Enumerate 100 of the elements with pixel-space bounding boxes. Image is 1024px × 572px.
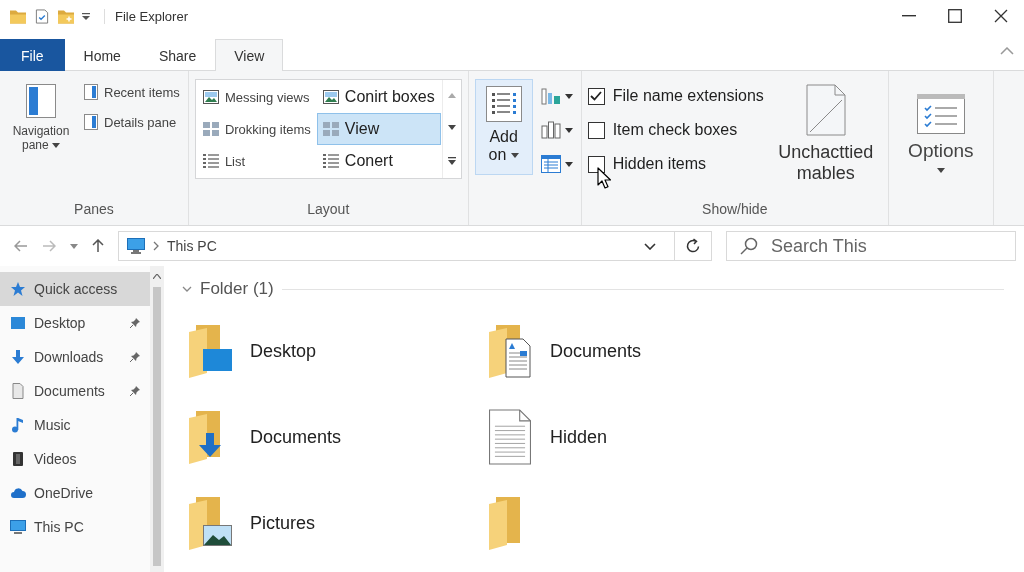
page-icon bbox=[805, 84, 846, 136]
checkbox-label[interactable]: Item check boxes bbox=[612, 121, 738, 139]
layout-option[interactable]: Drokking items bbox=[196, 113, 317, 145]
file-menu-tab[interactable]: File bbox=[0, 39, 65, 71]
star-icon bbox=[10, 281, 26, 297]
scroll-up-icon[interactable] bbox=[153, 274, 161, 279]
pane-icon bbox=[84, 114, 98, 130]
pane-toggle-button[interactable]: Details pane bbox=[82, 109, 182, 135]
search-icon bbox=[740, 237, 758, 255]
minimize-icon bbox=[902, 15, 916, 17]
checkbox[interactable] bbox=[587, 121, 605, 139]
scroll-down-icon[interactable] bbox=[447, 125, 456, 130]
nav-item[interactable]: Music bbox=[0, 408, 150, 442]
folder-item[interactable]: Documents bbox=[182, 405, 346, 469]
ribbon-tab[interactable]: View bbox=[215, 39, 284, 71]
nav-item[interactable]: Downloads bbox=[0, 340, 150, 374]
cloud-icon bbox=[10, 485, 26, 501]
pane-toggle-button[interactable]: Recent items bbox=[82, 79, 182, 105]
options-button[interactable]: Options bbox=[894, 79, 987, 178]
group-header[interactable]: Folder (1) bbox=[200, 279, 274, 299]
forward-arrow-icon bbox=[42, 240, 56, 252]
scrollbar[interactable] bbox=[150, 266, 164, 572]
layout-option[interactable]: List bbox=[196, 145, 317, 177]
back-arrow-icon bbox=[14, 240, 28, 252]
computer-icon bbox=[127, 238, 145, 254]
computer-icon bbox=[10, 519, 26, 535]
picture-icon bbox=[202, 90, 219, 104]
caret-icon bbox=[510, 153, 519, 159]
tiles-icon bbox=[202, 122, 219, 136]
desktop-icon bbox=[10, 315, 26, 331]
columns-icon bbox=[540, 121, 561, 139]
folder-item[interactable]: Pictures bbox=[182, 491, 320, 555]
add-on-button[interactable]: Add on bbox=[474, 79, 533, 175]
table-icon bbox=[540, 155, 561, 173]
caret-icon[interactable] bbox=[82, 12, 90, 20]
nav-item[interactable]: Documents bbox=[0, 374, 150, 408]
picture-icon bbox=[322, 90, 339, 104]
nav-item[interactable]: This PC bbox=[0, 510, 150, 544]
pictures-folder-icon bbox=[186, 495, 234, 551]
caret-icon bbox=[564, 93, 573, 99]
film-icon bbox=[10, 451, 26, 467]
ribbon-tab[interactable]: Home bbox=[64, 39, 140, 71]
nav-item[interactable]: Desktop bbox=[0, 306, 150, 340]
close-icon bbox=[994, 9, 1008, 23]
layout-option[interactable]: Messing views bbox=[196, 81, 317, 113]
group-label: Show/hide bbox=[702, 201, 768, 219]
group-label: Panes bbox=[74, 201, 114, 219]
list-icon bbox=[322, 154, 339, 168]
layout-option[interactable]: Conert bbox=[316, 145, 441, 177]
ribbon-tab[interactable]: Share bbox=[139, 39, 216, 71]
layout-option[interactable]: Conirt boxes bbox=[316, 81, 441, 113]
caret-icon bbox=[564, 127, 573, 133]
address-field[interactable]: This PC bbox=[118, 231, 712, 261]
scroll-up-icon[interactable] bbox=[447, 93, 456, 99]
download-icon bbox=[10, 349, 26, 365]
text-file-icon bbox=[486, 409, 534, 465]
desktop-folder-icon bbox=[186, 323, 234, 379]
mouse-pointer-icon bbox=[596, 167, 611, 189]
bar-chart-icon bbox=[540, 87, 561, 105]
window-title: File Explorer bbox=[104, 8, 188, 24]
maximize-icon bbox=[948, 9, 962, 23]
layout-option[interactable]: View bbox=[316, 113, 441, 145]
checklist-icon bbox=[916, 94, 965, 134]
chevron-up-icon bbox=[1000, 47, 1014, 55]
up-arrow-icon bbox=[92, 239, 104, 253]
checkbox-label[interactable]: File name extensions bbox=[612, 87, 764, 105]
tiles-icon bbox=[322, 122, 339, 136]
caret-icon bbox=[936, 168, 945, 173]
search-field[interactable]: Search This bbox=[726, 231, 1016, 261]
group-label: Layout bbox=[307, 201, 350, 219]
new-folder-icon[interactable] bbox=[58, 8, 74, 24]
music-note-icon bbox=[10, 417, 26, 433]
checkbox-label[interactable]: Hidden items bbox=[612, 155, 707, 173]
nav-item[interactable]: OneDrive bbox=[0, 476, 150, 510]
caret-icon bbox=[564, 161, 573, 167]
navigation-pane-button[interactable]: Navigation pane bbox=[6, 79, 76, 157]
scrollbar-thumb[interactable] bbox=[153, 287, 161, 566]
nav-item[interactable]: Quick access bbox=[0, 272, 150, 306]
folder-icon[interactable] bbox=[10, 8, 26, 24]
pane-icon bbox=[84, 84, 98, 100]
pane-layout-icon bbox=[26, 84, 56, 118]
documents-folder-icon bbox=[486, 323, 534, 379]
checkbox[interactable] bbox=[587, 87, 605, 105]
list-view-icon bbox=[485, 86, 522, 122]
breadcrumb[interactable]: This PC bbox=[167, 238, 217, 254]
nav-item[interactable]: Videos bbox=[0, 442, 150, 476]
refresh-icon bbox=[685, 238, 701, 254]
checkmark-icon bbox=[590, 91, 603, 101]
hide-selected-button[interactable]: Unchacttied mables bbox=[769, 79, 882, 189]
folder-item[interactable]: Desktop bbox=[182, 319, 321, 383]
caret-icon bbox=[52, 143, 60, 149]
document-icon bbox=[10, 383, 26, 399]
properties-icon[interactable] bbox=[34, 8, 50, 24]
folder-item[interactable]: Documents bbox=[482, 319, 646, 383]
file-item[interactable]: Hidden bbox=[482, 405, 612, 469]
chevron-down-icon[interactable] bbox=[182, 286, 192, 292]
expand-gallery-icon[interactable] bbox=[447, 156, 456, 165]
chevron-right-icon bbox=[153, 241, 159, 251]
caret-icon bbox=[70, 243, 78, 249]
list-icon bbox=[202, 154, 219, 168]
